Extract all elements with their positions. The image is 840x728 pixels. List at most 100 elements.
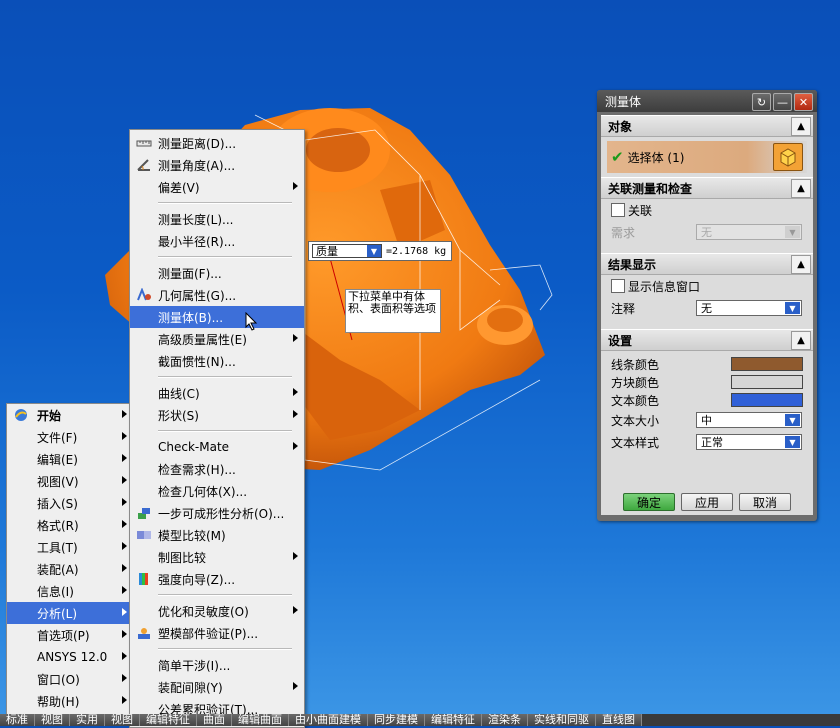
section-results[interactable]: 结果显示 ▲	[601, 253, 813, 275]
submenu-arrow-icon	[122, 410, 127, 418]
ok-button[interactable]: 确定	[623, 493, 675, 511]
menu-item-view[interactable]: 视图(V)	[7, 470, 133, 492]
menu-item-format[interactable]: 格式(R)	[7, 514, 133, 536]
toolbar-tab[interactable]: 曲面	[197, 714, 232, 726]
menu-separator	[158, 430, 292, 432]
cancel-button[interactable]: 取消	[739, 493, 791, 511]
submenu-arrow-icon	[122, 454, 127, 462]
section-object[interactable]: 对象 ▲	[601, 115, 813, 137]
toolbar-tab[interactable]: 实用	[70, 714, 105, 726]
show-info-checkbox[interactable]	[611, 279, 625, 293]
close-icon[interactable]: ✕	[794, 93, 813, 111]
collapse-icon[interactable]: ▲	[791, 117, 811, 136]
menu-item-assembly[interactable]: 装配(A)	[7, 558, 133, 580]
toolbar-tab[interactable]: 由小曲面建模	[289, 714, 368, 726]
measure-type-select[interactable]: 质量 ▼	[312, 244, 382, 258]
menu-item-shape[interactable]: 形状(S)	[130, 404, 304, 426]
toolbar-tab[interactable]: 编辑特征	[425, 714, 482, 726]
menu-item-preferences[interactable]: 首选项(P)	[7, 624, 133, 646]
menu-item-measure-body[interactable]: 测量体(B)...	[130, 306, 304, 328]
menu-item-check-requirements[interactable]: 检查需求(H)...	[130, 458, 304, 480]
menu-item-advanced-mass-properties[interactable]: 高级质量属性(E)	[130, 328, 304, 350]
show-info-row[interactable]: 显示信息窗口	[601, 275, 813, 297]
menu-item-file[interactable]: 文件(F)	[7, 426, 133, 448]
menu-item-moldability-validation[interactable]: 塑模部件验证(P)...	[130, 622, 304, 644]
menu-item-window[interactable]: 窗口(O)	[7, 668, 133, 690]
menu-item-insert[interactable]: 插入(S)	[7, 492, 133, 514]
text-size-select[interactable]: 中 ▼	[696, 412, 802, 428]
chevron-down-icon[interactable]: ▼	[785, 414, 800, 426]
menu-item-min-radius[interactable]: 最小半径(R)...	[130, 230, 304, 252]
block-color-swatch[interactable]	[731, 375, 803, 389]
apply-button[interactable]: 应用	[681, 493, 733, 511]
requirement-label: 需求	[611, 225, 636, 240]
menu-item-model-compare[interactable]: 模型比较(M)	[130, 524, 304, 546]
toolbar-tab[interactable]: 同步建模	[368, 714, 425, 726]
reset-icon[interactable]: ↻	[752, 93, 771, 111]
toolbar-tab[interactable]: 视图	[35, 714, 70, 726]
menu-item-info[interactable]: 信息(I)	[7, 580, 133, 602]
model-compare-icon	[137, 531, 151, 539]
menu-item-label: 插入(S)	[37, 496, 78, 511]
menu-item-help[interactable]: 帮助(H)	[7, 690, 133, 712]
menu-item-examine-geometry[interactable]: 检查几何体(X)...	[130, 480, 304, 502]
menu-separator	[158, 648, 292, 650]
menu-item-tools[interactable]: 工具(T)	[7, 536, 133, 558]
text-style-select[interactable]: 正常 ▼	[696, 434, 802, 450]
menu-item-analysis[interactable]: 分析(L)	[7, 602, 133, 624]
collapse-icon[interactable]: ▲	[791, 179, 811, 198]
toolbar-tab[interactable]: 标准	[0, 714, 35, 726]
menu-item-label: 测量面(F)...	[158, 266, 222, 281]
menu-item-edit[interactable]: 编辑(E)	[7, 448, 133, 470]
menu-item-label: 曲线(C)	[158, 386, 200, 401]
menu-item-measure-angle[interactable]: 测量角度(A)...	[130, 154, 304, 176]
associative-row[interactable]: 关联	[601, 199, 813, 221]
toolbar-tab[interactable]: 视图	[105, 714, 140, 726]
toolbar-tab[interactable]: 编辑曲面	[232, 714, 289, 726]
menu-item-one-step-formability[interactable]: 一步可成形性分析(O)...	[130, 502, 304, 524]
menu-item-measure-face[interactable]: 测量面(F)...	[130, 262, 304, 284]
associative-checkbox[interactable]	[611, 203, 625, 217]
chevron-down-icon[interactable]: ▼	[785, 436, 800, 448]
menu-item-measure-length[interactable]: 测量长度(L)...	[130, 208, 304, 230]
analysis-submenu: 测量距离(D)... 测量角度(A)... 偏差(V) 测量长度(L)... 最…	[129, 129, 305, 728]
toolbar-tab[interactable]: 直线图	[596, 714, 642, 726]
annotation-select[interactable]: 无 ▼	[696, 300, 802, 316]
solid-body-selector-button[interactable]	[773, 143, 803, 171]
dialog-titlebar[interactable]: 测量体 ↻ — ✕	[597, 90, 817, 112]
menu-item-deviation[interactable]: 偏差(V)	[130, 176, 304, 198]
line-color-row: 线条颜色	[601, 355, 813, 373]
menu-item-ansys[interactable]: ANSYS 12.0	[7, 646, 133, 668]
menu-item-measure-distance[interactable]: 测量距离(D)...	[130, 132, 304, 154]
toolbar-tab[interactable]: 渲染条	[482, 714, 528, 726]
section-settings[interactable]: 设置 ▲	[601, 329, 813, 351]
section-associative[interactable]: 关联测量和检查 ▲	[601, 177, 813, 199]
menu-item-assembly-clearance[interactable]: 装配间隙(Y)	[130, 676, 304, 698]
text-color-swatch[interactable]	[731, 393, 803, 407]
chevron-down-icon[interactable]: ▼	[367, 245, 381, 257]
toolbar-tab[interactable]: 编辑特征	[140, 714, 197, 726]
menu-item-label: 首选项(P)	[37, 628, 90, 643]
menu-item-section-inertia[interactable]: 截面惯性(N)...	[130, 350, 304, 372]
formability-icon	[138, 508, 150, 519]
select-body-row[interactable]: ✔ 选择体 (1)	[607, 141, 807, 173]
menu-item-drawing-compare[interactable]: 制图比较	[130, 546, 304, 568]
line-color-label: 线条颜色	[611, 357, 660, 372]
menu-item-curve[interactable]: 曲线(C)	[130, 382, 304, 404]
menu-item-strength-wizard[interactable]: 强度向导(Z)...	[130, 568, 304, 590]
menu-item-start[interactable]: 开始	[7, 404, 133, 426]
collapse-icon[interactable]: ▲	[791, 255, 811, 274]
menu-item-check-mate[interactable]: Check-Mate	[130, 436, 304, 458]
menu-item-geometric-properties[interactable]: 几何属性(G)...	[130, 284, 304, 306]
requirement-select: 无 ▼	[696, 224, 802, 240]
menu-item-label: 工具(T)	[37, 540, 78, 555]
chevron-down-icon[interactable]: ▼	[785, 302, 800, 314]
menu-item-label: 测量距离(D)...	[158, 136, 237, 151]
line-color-swatch[interactable]	[731, 357, 803, 371]
toolbar-tab[interactable]: 实线和同驱	[528, 714, 596, 726]
collapse-icon[interactable]: ▲	[791, 331, 811, 350]
menu-item-optimization-sensitivity[interactable]: 优化和灵敏度(O)	[130, 600, 304, 622]
minimize-icon[interactable]: —	[773, 93, 792, 111]
menu-item-simple-interference[interactable]: 简单干涉(I)...	[130, 654, 304, 676]
requirement-value: 无	[701, 226, 712, 239]
